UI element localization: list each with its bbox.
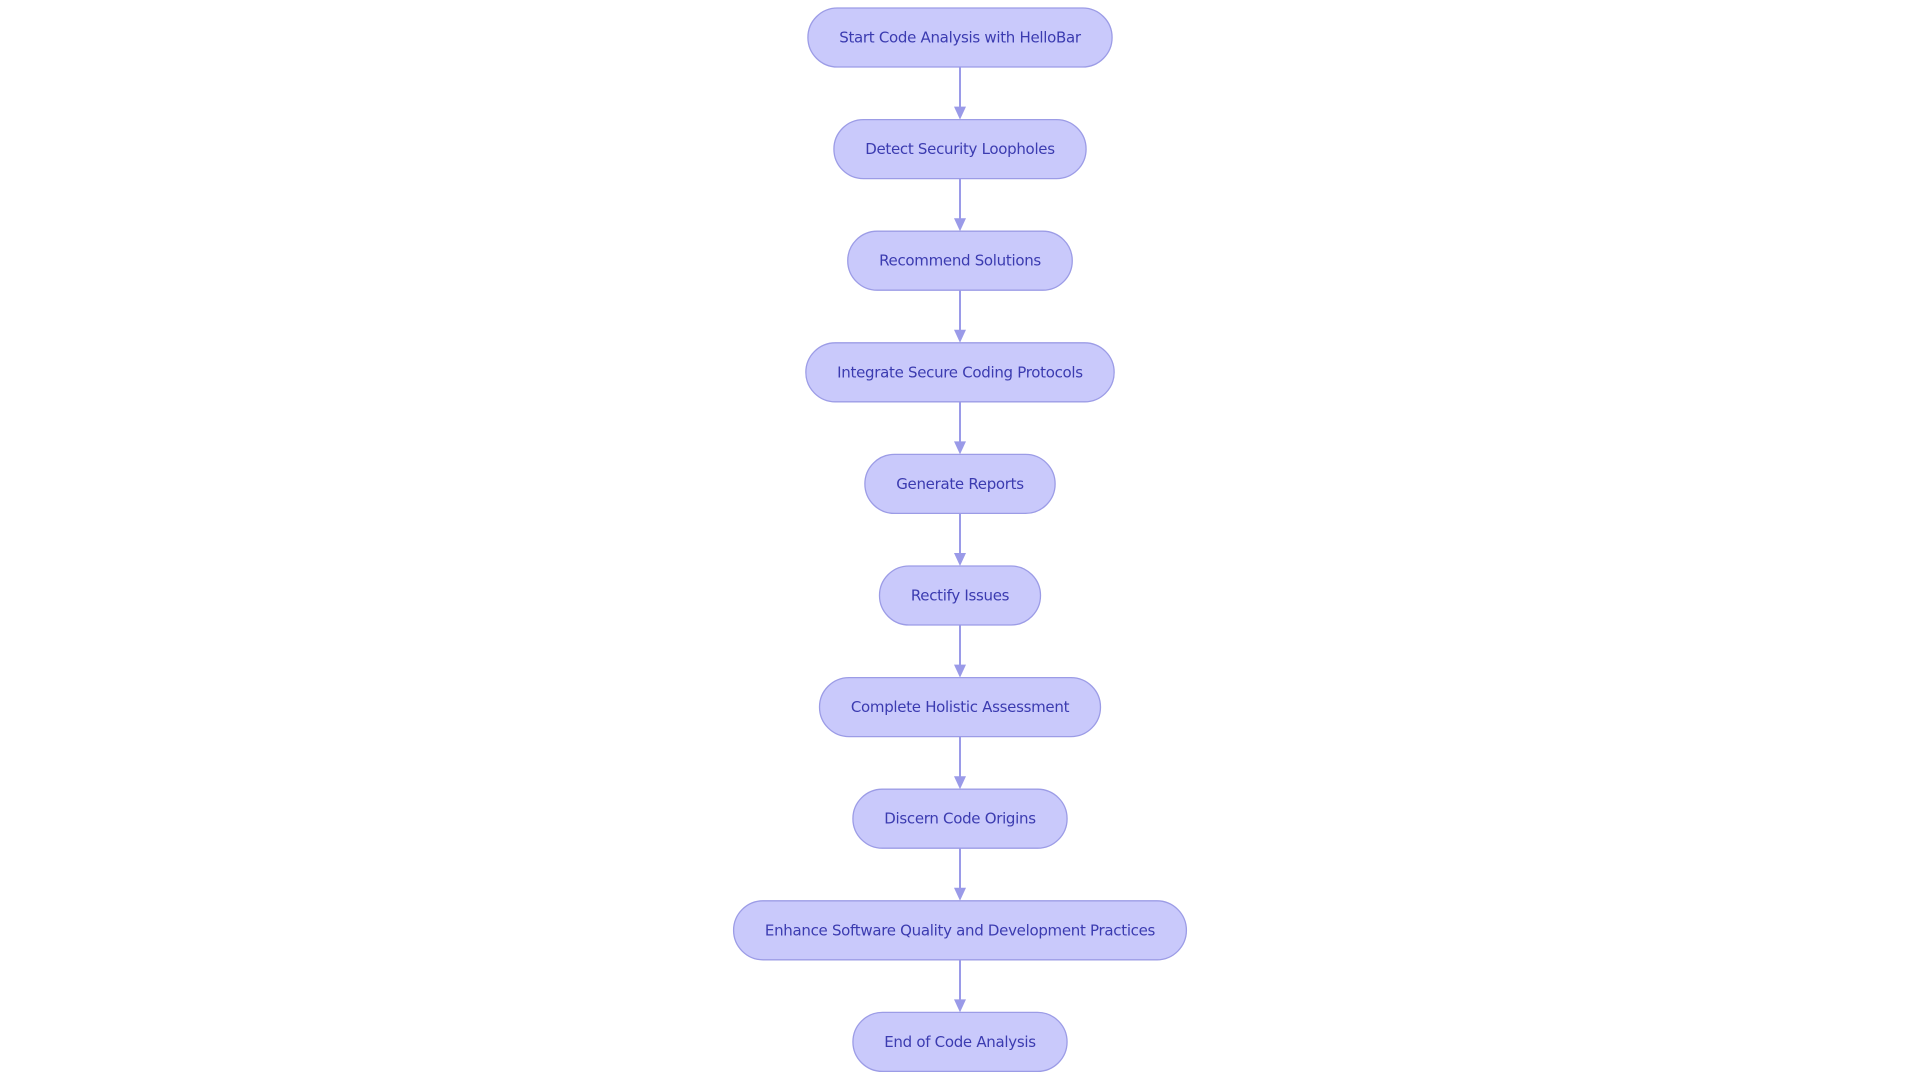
flow-arrow (954, 67, 966, 120)
flow-node-label: Integrate Secure Coding Protocols (837, 363, 1083, 381)
flow-node-label: Start Code Analysis with HelloBar (839, 29, 1082, 47)
flow-node: Recommend Solutions (847, 230, 1073, 291)
flow-arrow (954, 290, 966, 343)
flow-arrow (954, 625, 966, 678)
flow-node-label: End of Code Analysis (884, 1033, 1036, 1051)
flow-arrow (954, 178, 966, 232)
arrowhead-icon (954, 329, 966, 343)
flow-node: Discern Code Origins (852, 788, 1068, 849)
flow-node: Rectify Issues (878, 565, 1042, 626)
arrowhead-icon (954, 664, 966, 678)
flow-arrow (954, 401, 966, 455)
flow-node: Complete Holistic Assessment (818, 676, 1102, 738)
arrowhead-icon (954, 553, 966, 566)
arrowhead-icon (954, 776, 966, 790)
flow-node: Integrate Secure Coding Protocols (805, 342, 1115, 403)
flow-node-label: Enhance Software Quality and Development… (765, 921, 1156, 939)
flow-arrow (954, 513, 966, 566)
arrowhead-icon (954, 441, 966, 455)
flow-node-label: Rectify Issues (911, 587, 1010, 605)
arrowhead-icon (954, 887, 966, 901)
flow-node: Start Code Analysis with HelloBar (807, 7, 1113, 68)
edges-layer (954, 67, 966, 1013)
flow-node: End of Code Analysis (852, 1011, 1068, 1073)
arrowhead-icon (954, 106, 966, 120)
flow-node-label: Generate Reports (896, 475, 1024, 493)
flow-arrow (954, 848, 966, 901)
flow-node: Generate Reports (864, 453, 1056, 515)
arrowhead-icon (954, 218, 966, 232)
flow-node: Enhance Software Quality and Development… (732, 900, 1188, 961)
flow-arrow (954, 959, 966, 1013)
flow-node-label: Discern Code Origins (884, 810, 1036, 828)
flow-node-label: Detect Security Loopholes (865, 140, 1055, 158)
flow-node-label: Recommend Solutions (879, 252, 1041, 270)
flow-node-label: Complete Holistic Assessment (851, 698, 1070, 716)
flowchart-diagram: Start Code Analysis with HelloBar Detect … (732, 7, 1188, 1073)
arrowhead-icon (954, 999, 966, 1013)
flow-node: Detect Security Loopholes (833, 118, 1087, 180)
flow-arrow (954, 736, 966, 790)
